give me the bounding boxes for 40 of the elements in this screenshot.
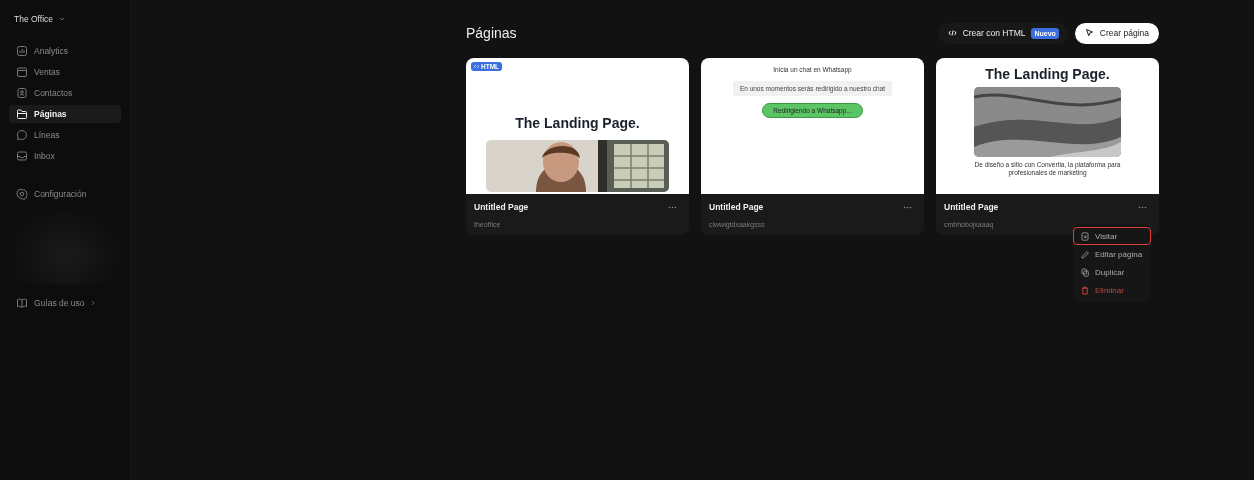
preview-heading: The Landing Page. — [515, 115, 640, 131]
sidebar-item[interactable]: Analytics — [9, 42, 121, 60]
menu-item[interactable]: Eliminar — [1073, 281, 1151, 299]
pencil-icon — [1081, 249, 1089, 259]
create-page-button[interactable]: Crear página — [1074, 22, 1159, 44]
code-icon — [474, 64, 479, 69]
cursor-icon — [1084, 28, 1094, 38]
sidebar-item[interactable]: Contactos — [9, 84, 121, 102]
box-icon — [16, 66, 28, 78]
code-icon — [947, 29, 957, 37]
sidebar-item[interactable]: Páginas — [9, 105, 121, 123]
more-button[interactable] — [901, 204, 914, 211]
menu-item[interactable]: Editar página — [1073, 245, 1151, 263]
sidebar-item[interactable]: Ventas — [9, 63, 121, 81]
copy-icon — [1081, 267, 1089, 277]
sidebar-item[interactable]: Inbox — [9, 147, 121, 165]
menu-item[interactable]: Duplicar — [1073, 263, 1151, 281]
preview-heading: The Landing Page. — [985, 66, 1110, 82]
chat-icon — [16, 129, 28, 141]
page-title: Untitled Page — [474, 202, 529, 212]
more-button[interactable] — [1136, 204, 1149, 211]
more-button[interactable] — [666, 204, 679, 211]
sidebar-item[interactable]: Guías de uso — [9, 294, 121, 312]
gear-icon — [16, 188, 28, 200]
contact-icon — [16, 87, 28, 99]
sidebar-item[interactable]: Líneas — [9, 126, 121, 144]
trash-icon — [1081, 285, 1089, 295]
folder-icon — [16, 108, 28, 120]
chart-icon — [16, 45, 28, 57]
chevron-right-icon — [90, 300, 95, 306]
chevron-down-icon — [59, 17, 66, 21]
page-title: Untitled Page — [944, 202, 999, 212]
page-title: Páginas — [466, 25, 517, 41]
inbox-icon — [16, 150, 28, 162]
page-icon — [1081, 231, 1089, 241]
sidebar-item[interactable]: Configuración — [9, 185, 121, 203]
workspace-name[interactable]: The Office — [14, 14, 54, 24]
page-title: Untitled Page — [709, 202, 764, 212]
menu-item[interactable]: Visitar — [1073, 227, 1151, 245]
book-icon — [16, 297, 28, 309]
